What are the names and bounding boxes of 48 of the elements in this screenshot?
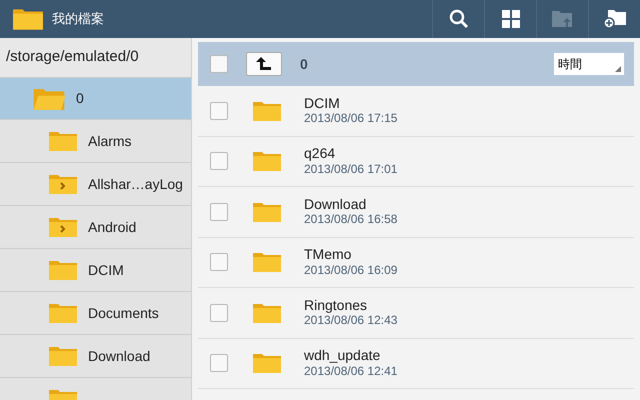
- folder-icon: [252, 352, 282, 374]
- file-name[interactable]: q264: [304, 145, 398, 162]
- file-date: 2013/08/06 12:43: [304, 313, 398, 329]
- file-name[interactable]: wdh_update: [304, 347, 398, 364]
- folder-icon: [32, 86, 66, 110]
- folder-icon: [252, 302, 282, 324]
- folder-icon: [48, 302, 78, 324]
- file-checkbox[interactable]: [210, 354, 228, 372]
- folder-tree-item[interactable]: DCIM: [0, 249, 191, 292]
- grid-icon: [502, 10, 520, 28]
- folder-tree-item[interactable]: 0: [0, 78, 191, 120]
- folder-icon: [252, 100, 282, 122]
- file-date: 2013/08/06 12:41: [304, 364, 398, 380]
- path-label: /storage/emulated/0: [0, 38, 191, 78]
- folder-icon: [48, 259, 78, 281]
- file-name[interactable]: Download: [304, 196, 398, 212]
- file-checkbox[interactable]: [210, 152, 228, 170]
- dropdown-corner-icon: [615, 66, 621, 72]
- folder-tree-item[interactable]: Android: [0, 206, 191, 249]
- folder-tree-item[interactable]: Alarms: [0, 120, 191, 163]
- search-icon: [448, 9, 468, 29]
- sort-dropdown[interactable]: 時間: [554, 53, 624, 75]
- current-folder-label: 0: [300, 54, 308, 74]
- file-date: 2013/08/06 16:58: [304, 212, 398, 228]
- folder-up-icon: [552, 10, 574, 28]
- file-date: 2013/08/06 17:15: [304, 111, 398, 127]
- window-title: 我的檔案: [52, 10, 104, 28]
- folder-icon: [252, 251, 282, 274]
- up-folder-button[interactable]: [246, 52, 282, 76]
- folder-tree-item[interactable]: Allshar…ayLog: [0, 163, 191, 206]
- file-name[interactable]: TMemo: [304, 246, 398, 263]
- folder-icon: [48, 130, 78, 152]
- file-checkbox[interactable]: [210, 202, 228, 221]
- file-name[interactable]: DCIM: [304, 94, 398, 112]
- file-date: 2013/08/06 16:09: [304, 262, 398, 278]
- folder-icon: [252, 200, 282, 223]
- folder-tree-item[interactable]: Download: [0, 335, 191, 378]
- file-date: 2013/08/06 17:01: [304, 162, 398, 178]
- folder-plus-icon: [602, 9, 626, 29]
- select-all-checkbox[interactable]: [210, 55, 228, 73]
- folder-tree-item[interactable]: Documents: [0, 292, 191, 335]
- up-arrow-icon: [256, 57, 272, 71]
- file-checkbox[interactable]: [210, 102, 228, 120]
- file-name[interactable]: Ringtones: [304, 296, 398, 314]
- file-checkbox[interactable]: [210, 304, 228, 322]
- folder-icon: [252, 150, 282, 172]
- file-checkbox[interactable]: [210, 253, 228, 272]
- folder-icon: [48, 345, 78, 367]
